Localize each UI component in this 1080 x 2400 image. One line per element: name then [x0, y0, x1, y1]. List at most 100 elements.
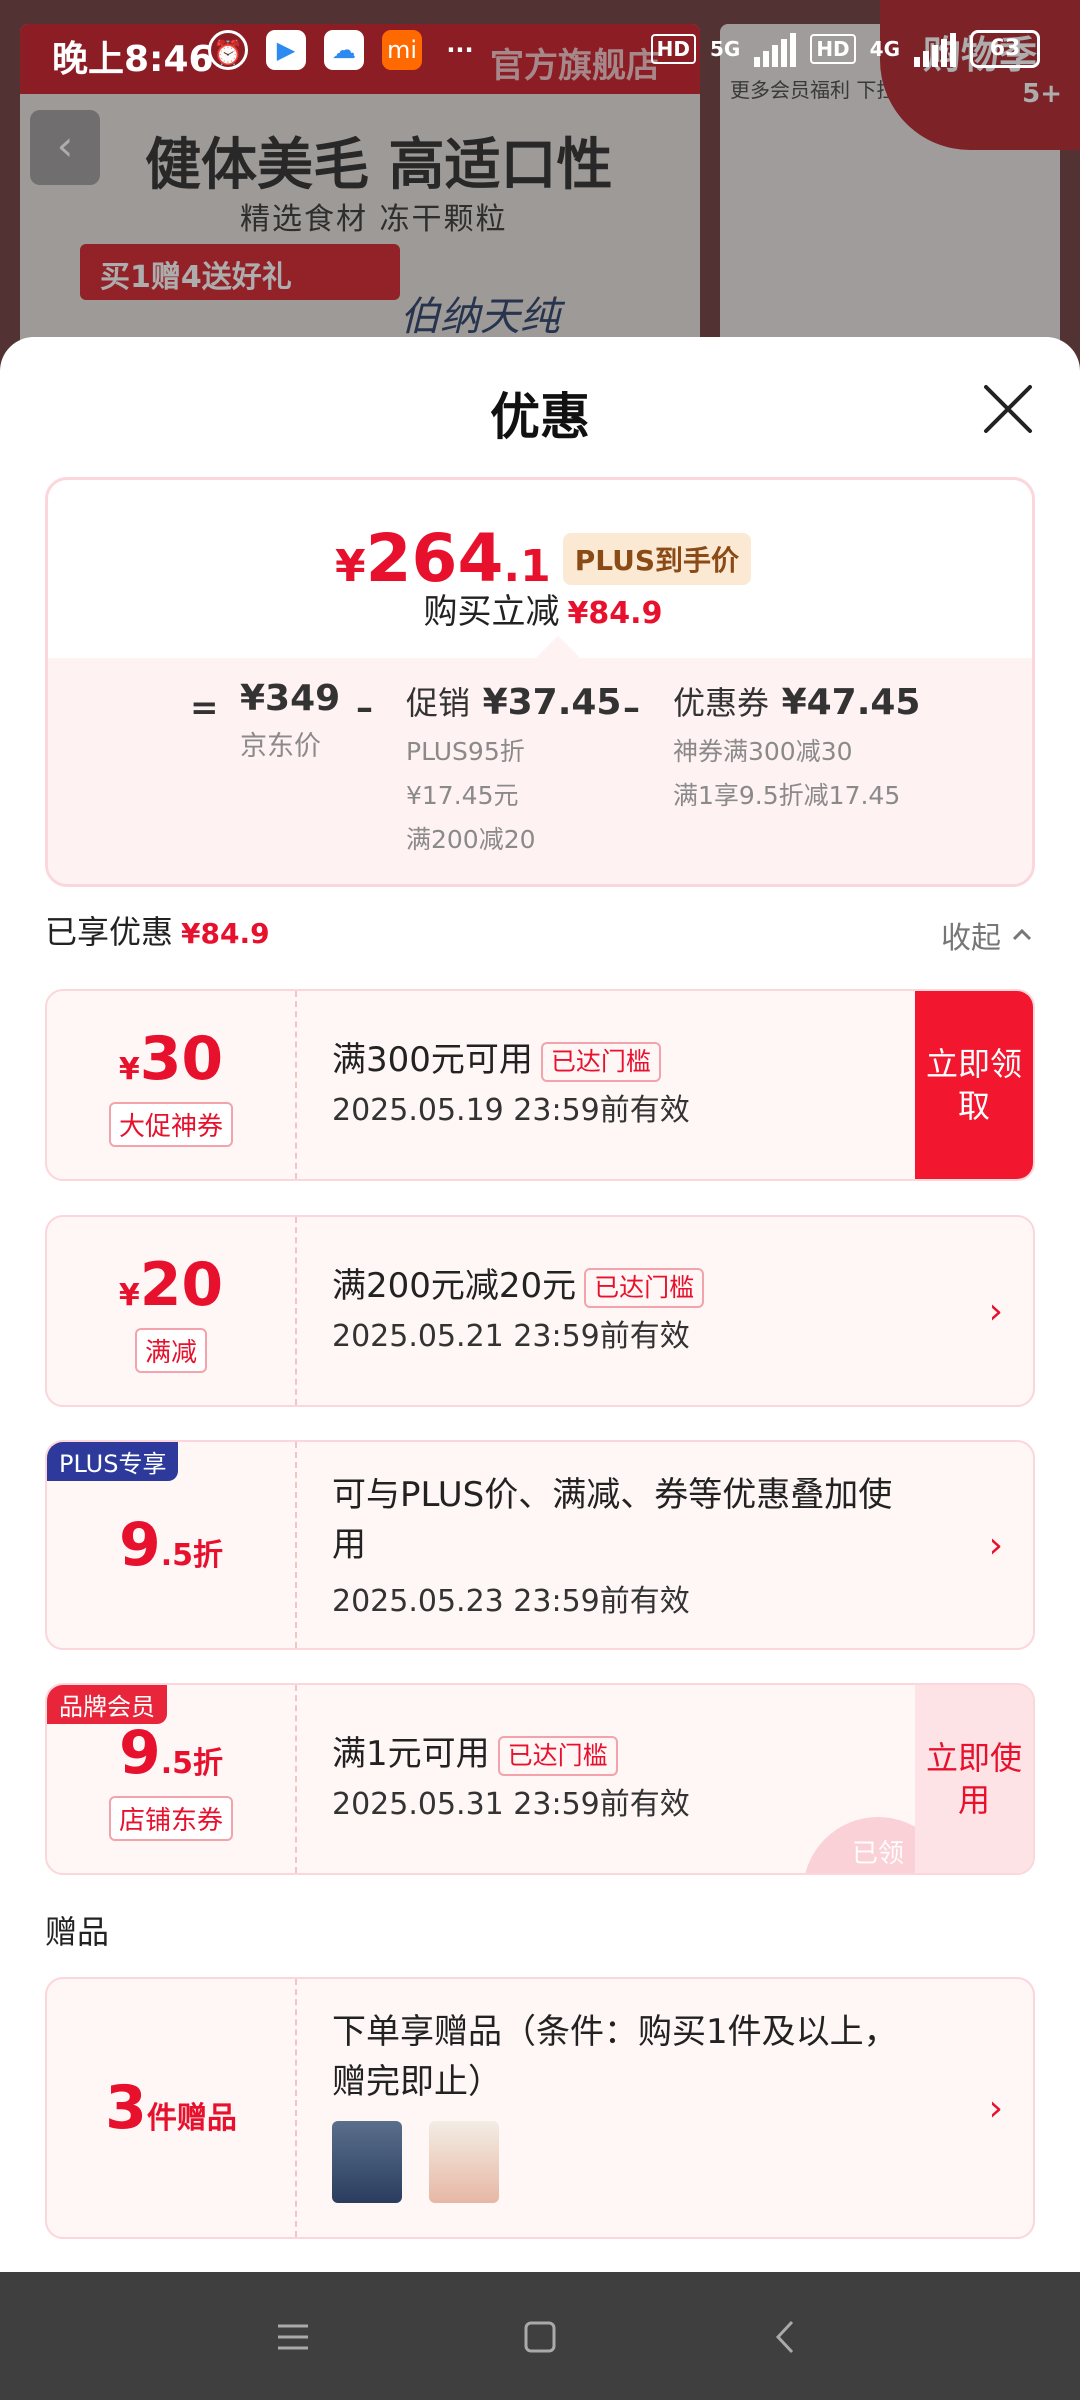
discount-integer: 9	[118, 1717, 161, 1788]
coupon-amount-value: 30	[139, 1023, 224, 1094]
reduce-row: 购买立减 ¥84.9	[48, 584, 1032, 633]
coupon-value-block: ¥20 满减	[47, 1217, 297, 1405]
home-icon[interactable]	[515, 2312, 565, 2362]
coupon-type-tag: 满减	[134, 1327, 207, 1373]
status-bar: 晚上8:46 ⏰ ▶ ☁ mi ··· HD 5G HD 4G 63	[0, 0, 1080, 100]
collapse-button[interactable]: 收起	[941, 913, 1035, 957]
coupon-condition: 可与PLUS价、满减、券等优惠叠加使用	[332, 1475, 893, 1565]
threshold-reached-tag: 已达门槛	[497, 1735, 618, 1776]
coupon-type-tag: 店铺东券	[108, 1795, 233, 1841]
gift-count-block: 3件赠品	[47, 1979, 297, 2237]
coupon-value-block: 9.5折	[47, 1442, 297, 1648]
coupon-value: ¥47.45	[781, 682, 921, 723]
network-4g-label: 4G	[869, 37, 900, 61]
promo-detail-amount: ¥17.45元	[406, 781, 519, 810]
coupon-validity: 2025.05.23 23:59前有效	[332, 1584, 690, 1619]
coupon-currency: ¥	[118, 1277, 140, 1313]
coupon-detail-1: 神券满300减30	[673, 737, 853, 766]
coupon-card-plus[interactable]: PLUS专享 9.5折 可与PLUS价、满减、券等优惠叠加使用 2025.05.…	[45, 1440, 1035, 1650]
minus-sign-2: –	[623, 688, 640, 728]
coupon-amount: ¥30	[119, 1024, 223, 1094]
hd-badge-2: HD	[810, 34, 856, 64]
claim-coupon-button[interactable]: 立即领取	[915, 991, 1033, 1179]
coupon-card-promo[interactable]: ¥30 大促神券 满300元可用 已达门槛 2025.05.19 23:59前有效…	[45, 989, 1035, 1181]
coupon-validity: 2025.05.31 23:59前有效	[332, 1787, 690, 1822]
coupon-condition-text: 满200元减20元	[332, 1266, 577, 1306]
status-time: 晚上8:46	[52, 39, 214, 80]
promo-detail-plus: PLUS95折	[406, 737, 525, 766]
coupon-condition: 满200元减20元 已达门槛	[332, 1261, 913, 1311]
promo-value: ¥37.45	[482, 682, 622, 723]
gift-thumbnail[interactable]	[429, 2121, 500, 2203]
gift-count-label: 件赠品	[146, 2101, 237, 2136]
coupon-validity: 2025.05.21 23:59前有效	[332, 1319, 690, 1354]
coupon-validity: 2025.05.19 23:59前有效	[332, 1093, 690, 1128]
coupon-value-block: ¥30 大促神券	[47, 991, 297, 1179]
threshold-reached-tag: 已达门槛	[584, 1267, 705, 1308]
jd-price: ¥349	[240, 678, 341, 719]
promo-label: 促销	[406, 684, 471, 722]
coupon-discount: 9.5折	[119, 1718, 223, 1788]
coupon-total: 优惠券 ¥47.45	[673, 678, 920, 724]
coupon-body: 满1元可用 已达门槛 2025.05.31 23:59前有效	[332, 1729, 913, 1823]
price-summary-card: ¥264.1 PLUS到手价 购买立减 ¥84.9 = ¥349 京东价 – 促销…	[45, 477, 1035, 887]
reduce-value: ¥84.9	[567, 596, 663, 631]
coupon-amount-value: 20	[139, 1249, 224, 1320]
network-5g-label: 5G	[709, 37, 741, 61]
coupon-body: 可与PLUS价、满减、券等优惠叠加使用 2025.05.23 23:59前有效	[332, 1470, 913, 1620]
gift-thumbnail[interactable]	[332, 2121, 402, 2203]
used-label: 已享优惠	[45, 913, 174, 951]
play-store-icon: ▶	[266, 30, 306, 70]
coupon-type-tag: 大促神券	[108, 1101, 233, 1147]
coupon-currency: ¥	[118, 1051, 140, 1087]
use-coupon-button[interactable]: 立即使用	[915, 1685, 1033, 1873]
coupon-condition: 满300元可用 已达门槛	[332, 1035, 913, 1085]
hd-badge: HD	[650, 34, 696, 64]
coupon-condition-text: 满300元可用	[332, 1040, 533, 1080]
gift-section-title: 赠品	[45, 1913, 110, 1951]
coupon-detail-2: 满1享9.5折减17.45	[673, 781, 901, 810]
menu-icon[interactable]	[268, 2312, 318, 2362]
system-nav-bar	[0, 2272, 1080, 2400]
coupon-card-brand-member[interactable]: 品牌会员 9.5折 店铺东券 满1元可用 已达门槛 2025.05.31 23:5…	[45, 1683, 1035, 1875]
status-app-icons: ⏰ ▶ ☁ mi ···	[208, 30, 480, 70]
coupon-body: 满200元减20元 已达门槛 2025.05.21 23:59前有效	[332, 1261, 913, 1355]
threshold-reached-tag: 已达门槛	[540, 1041, 661, 1082]
signal-icon-2	[914, 31, 956, 67]
promo-detail-full-reduce: 满200减20	[406, 825, 536, 854]
discount-sheet: 优惠 ¥264.1 PLUS到手价 购买立减 ¥84.9 = ¥349 京东价 –…	[0, 337, 1080, 2272]
chevron-right-icon[interactable]: ›	[989, 1525, 1003, 1566]
jd-price-label: 京东价	[240, 731, 321, 762]
coupon-discount: 9.5折	[119, 1510, 223, 1580]
coupon-amount: ¥20	[119, 1250, 223, 1320]
promo-total: 促销 ¥37.45	[406, 678, 621, 724]
summary-top: ¥264.1 PLUS到手价 购买立减 ¥84.9	[48, 480, 1032, 658]
chevron-up-icon	[1012, 928, 1032, 941]
used-value: ¥84.9	[181, 917, 270, 950]
more-notifications-icon: ···	[446, 36, 474, 64]
back-icon[interactable]	[762, 2312, 812, 2362]
chevron-right-icon[interactable]: ›	[989, 2088, 1003, 2129]
reduce-label: 购买立减	[423, 592, 560, 632]
discount-integer: 9	[118, 1510, 161, 1580]
alarm-icon: ⏰	[208, 30, 248, 70]
close-icon[interactable]	[980, 381, 1036, 437]
gift-thumbnails	[332, 2121, 913, 2207]
gift-card[interactable]: 3件赠品 下单享赠品（条件：购买1件及以上，赠完即止） ›	[45, 1977, 1035, 2239]
mi-app-icon: mi	[382, 30, 422, 70]
gift-body: 下单享赠品（条件：购买1件及以上，赠完即止）	[332, 2007, 913, 2207]
coupon-condition: 满1元可用 已达门槛	[332, 1729, 913, 1779]
battery-icon: 63	[970, 30, 1040, 68]
coupon-condition-text: 满1元可用	[332, 1734, 490, 1774]
gift-count: 3件赠品	[105, 2073, 237, 2143]
chevron-right-icon[interactable]: ›	[989, 1291, 1003, 1332]
cloud-app-icon: ☁	[324, 30, 364, 70]
collapse-label: 收起	[941, 921, 1001, 956]
equals-sign: =	[190, 688, 219, 728]
coupon-card-full-reduce[interactable]: ¥20 满减 满200元减20元 已达门槛 2025.05.21 23:59前有效…	[45, 1215, 1035, 1407]
gift-count-value: 3	[105, 2073, 147, 2143]
used-discount-row: 已享优惠 ¥84.9	[45, 907, 270, 953]
plus-price-tag: PLUS到手价	[562, 533, 752, 585]
coupon-label: 优惠券	[673, 684, 770, 722]
gift-condition: 下单享赠品（条件：购买1件及以上，赠完即止）	[332, 2012, 898, 2102]
